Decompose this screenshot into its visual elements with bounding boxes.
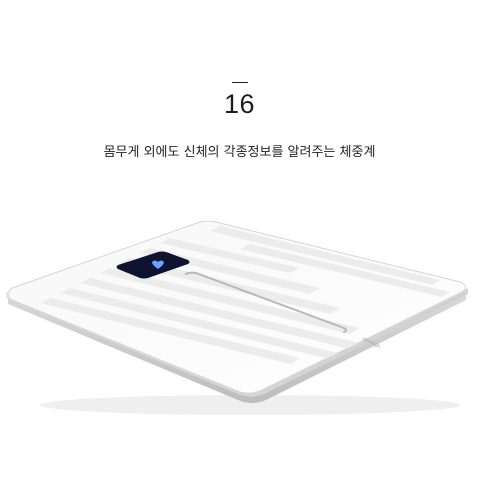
slide-page: 16 몸무게 외에도 신체의 각종정보를 알려주는 체중계 Withings [0, 0, 479, 479]
slide-number: 16 [223, 89, 256, 119]
product-caption: 몸무게 외에도 신체의 각종정보를 알려주는 체중계 [103, 145, 376, 160]
number-underline-bar [232, 82, 248, 83]
smart-scale-image: Withings [6, 220, 468, 415]
